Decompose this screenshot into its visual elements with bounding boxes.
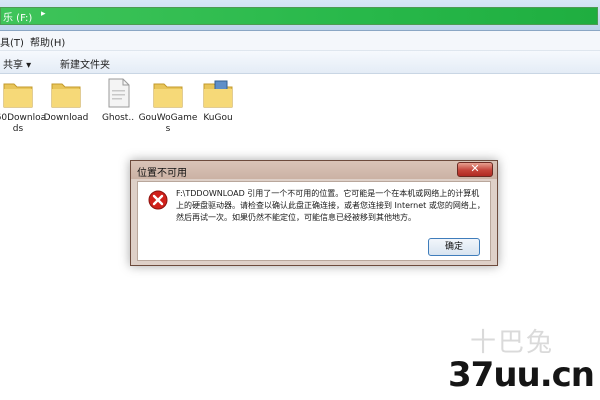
dialog-titlebar[interactable]: 位置不可用 ✕ [131, 161, 497, 179]
folder-item[interactable]: Download [36, 76, 96, 124]
folder-icon [49, 76, 83, 110]
watermark-url: 37uu.cn [448, 355, 595, 395]
dialog-title: 位置不可用 [137, 168, 187, 179]
dialog-body: F:\TDDOWNLOAD 引用了一个不可用的位置。它可能是一个在本机或网络上的… [137, 181, 491, 261]
menu-item-tools[interactable]: 具(T) [0, 34, 24, 49]
dialog-message: F:\TDDOWNLOAD 引用了一个不可用的位置。它可能是一个在本机或网络上的… [176, 189, 485, 222]
folder-icon [151, 76, 185, 110]
folder-label: KuGou [203, 113, 233, 123]
ok-button[interactable]: 确定 [428, 238, 480, 256]
address-path: 乐 (F:) [3, 13, 33, 24]
folder-icon [1, 76, 35, 110]
menu-item-help[interactable]: 帮助(H) [30, 34, 65, 49]
close-button[interactable]: ✕ [457, 162, 493, 177]
share-button[interactable]: 共享 ▾ [3, 56, 31, 71]
folder-icon [201, 76, 235, 110]
address-bar: 乐 (F:) ▸ [0, 0, 600, 31]
folder-item[interactable]: KuGou [188, 76, 248, 124]
error-icon [148, 190, 168, 210]
document-icon [101, 76, 135, 110]
error-dialog: 位置不可用 ✕ F:\TDDOWNLOAD 引用了一个不可用的位置。它可能是一个… [130, 160, 498, 266]
menu-bar: 具(T) 帮助(H) [0, 31, 600, 51]
new-folder-button[interactable]: 新建文件夹 [60, 56, 110, 71]
close-icon: ✕ [470, 162, 480, 175]
address-field[interactable]: 乐 (F:) ▸ [0, 7, 598, 25]
toolbar: 共享 ▾ 新建文件夹 [0, 51, 600, 74]
watermark-logo-text: 十巴兔 [470, 328, 555, 358]
folder-label: Download [43, 113, 89, 123]
breadcrumb-arrow-icon[interactable]: ▸ [41, 9, 46, 19]
